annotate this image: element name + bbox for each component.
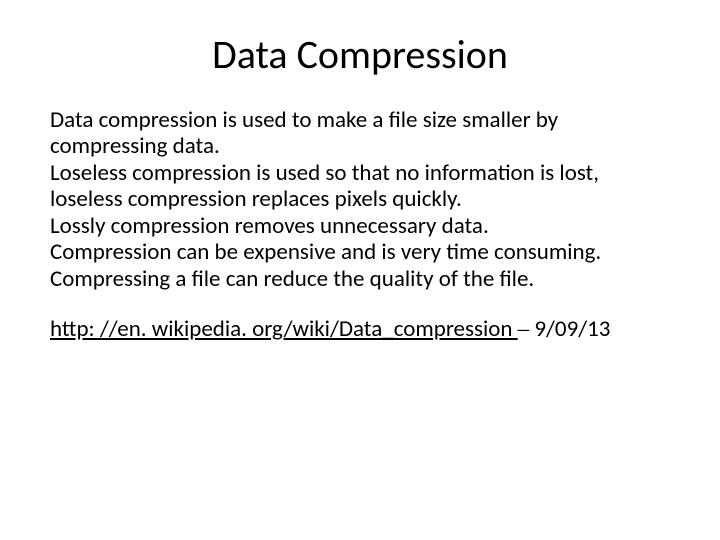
- paragraph-5: Compressing a file can reduce the qualit…: [50, 266, 670, 292]
- slide: Data Compression Data compression is use…: [0, 0, 720, 540]
- source-link[interactable]: http: //en. wikipedia. org/wiki/Data_com…: [50, 315, 518, 343]
- slide-title: Data Compression: [50, 30, 670, 79]
- paragraph-2: Loseless compression is used so that no …: [50, 160, 670, 213]
- paragraph-1: Data compression is used to make a file …: [50, 107, 670, 160]
- paragraph-4: Compression can be expensive and is very…: [50, 239, 670, 265]
- dash: –: [518, 316, 530, 341]
- spacer: [50, 292, 670, 316]
- source-line: http: //en. wikipedia. org/wiki/Data_com…: [50, 316, 670, 342]
- paragraph-3: Lossly compression removes unnecessary d…: [50, 213, 670, 239]
- source-date: 9/09/13: [529, 315, 610, 343]
- slide-body: Data compression is used to make a file …: [50, 107, 670, 343]
